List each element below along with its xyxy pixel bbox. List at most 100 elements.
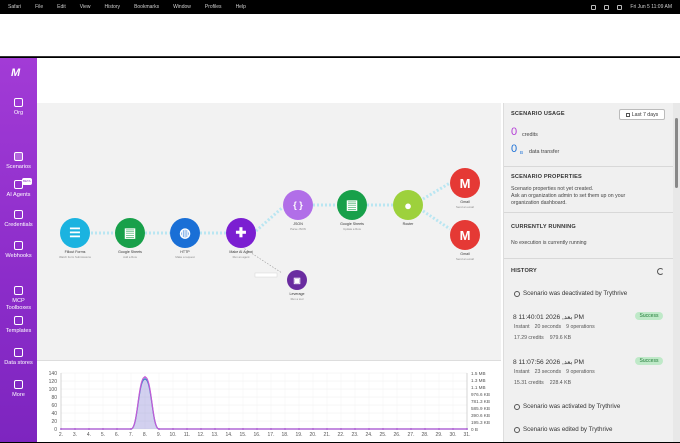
data-point	[130, 428, 132, 430]
run-duration: 23 seconds	[534, 369, 562, 375]
menubar-item[interactable]: Help	[236, 4, 246, 10]
module-google-sheets[interactable]: ▤	[115, 218, 145, 248]
menubar-item[interactable]: File	[35, 4, 43, 10]
data-point	[186, 428, 188, 430]
sidebar-item-credentials[interactable]: Credentials	[0, 210, 37, 229]
shield-icon	[14, 210, 23, 219]
history-run-meta: Instant 23 seconds 9 operations	[514, 369, 600, 375]
make-logo[interactable]: M	[11, 67, 20, 79]
sidebar-item-org[interactable]: Org	[0, 98, 37, 117]
data-point	[88, 428, 90, 430]
properties-text-2: Ask an organization admin to set them up…	[511, 193, 626, 199]
history-run-time[interactable]: 8 11:40:01 2026 ,بعد PM	[513, 313, 584, 321]
running-text: No execution is currently running	[511, 240, 587, 246]
database-icon	[14, 348, 23, 357]
panel-scrollbar[interactable]	[673, 103, 680, 442]
history-run-time[interactable]: 8 11:07:56 2026 ,بعد PM	[513, 358, 584, 366]
data-point	[368, 428, 370, 430]
x-tick-label: 27.	[408, 432, 415, 438]
transfer-label: data transfer	[529, 149, 560, 155]
menubar-item[interactable]: Window	[173, 4, 191, 10]
data-point	[312, 428, 314, 430]
x-tick-label: 7.	[129, 432, 133, 438]
module-label: Gmail	[460, 200, 470, 204]
data-point	[410, 428, 412, 430]
data-point	[116, 428, 118, 430]
module-sublabel: Run an agent	[232, 255, 250, 259]
form-icon: ☰	[69, 225, 81, 240]
module-fillout-forms[interactable]: ☰	[60, 218, 90, 248]
module-gmail[interactable]: M	[450, 168, 480, 198]
y2-tick-label: 390.6 KB	[471, 413, 490, 418]
clock-icon	[514, 291, 520, 297]
globe-icon	[14, 241, 23, 250]
history-run-meta: Instant 20 seconds 9 operations	[514, 324, 600, 330]
sidebar-item-mcp-toolboxes[interactable]: MCP Toolboxes	[0, 286, 37, 311]
data-point	[466, 428, 468, 430]
y2-tick-label: 0 B	[471, 427, 478, 432]
x-tick-label: 11.	[184, 432, 191, 438]
refresh-icon[interactable]	[657, 268, 664, 275]
usage-chart: 140 120 100 80 60 40 20 0 1.5 MB 1.3 MB 1.1 MB 976.…	[37, 360, 501, 442]
sidebar-item-ai-agents[interactable]: AI Agents BETA	[0, 178, 37, 199]
y-tick-label: 40	[51, 411, 57, 417]
data-point	[102, 428, 104, 430]
sidebar-item-templates[interactable]: Templates	[0, 316, 37, 335]
menubar-item[interactable]: Bookmarks	[134, 4, 159, 10]
y2-tick-label: 1.5 MB	[471, 371, 486, 376]
credits-label: credits	[522, 132, 538, 138]
module-google-sheets[interactable]: ▤	[337, 190, 367, 220]
sidebar-item-more[interactable]: More	[0, 380, 37, 399]
wifi-icon[interactable]	[604, 4, 610, 10]
module-http[interactable]: ◍	[170, 218, 200, 248]
data-point	[382, 428, 384, 430]
data-point	[354, 428, 356, 430]
y-tick-label: 120	[49, 379, 58, 385]
sidebar-item-webhooks[interactable]: Webhooks	[0, 241, 37, 260]
y2-tick-label: 976.6 KB	[471, 392, 490, 397]
date-range-button[interactable]: Last 7 days	[619, 109, 665, 120]
module-router[interactable]: ●	[393, 190, 423, 220]
sidebar-item-scenarios[interactable]: Scenarios	[0, 152, 37, 171]
sidebar-item-label: Org	[13, 110, 24, 116]
data-point	[172, 428, 174, 430]
data-point	[214, 428, 216, 430]
y-tick-label: 80	[51, 395, 57, 401]
menubar-item[interactable]: Edit	[57, 4, 66, 10]
module-gmail[interactable]: M	[450, 220, 480, 250]
module-label: Fillout Forms	[64, 250, 86, 254]
menubar-item[interactable]: Safari	[8, 4, 21, 10]
menubar-item[interactable]: View	[80, 4, 91, 10]
gmail-icon: M	[459, 175, 471, 191]
running-title: CURRENTLY RUNNING	[511, 224, 576, 230]
module-leverage[interactable]: ▣	[287, 270, 307, 290]
data-point	[340, 428, 342, 430]
y-tick-label: 140	[49, 371, 58, 377]
module-sublabel: Send an email	[456, 257, 474, 261]
y-tick-label: 20	[51, 419, 57, 425]
menubar-item[interactable]: History	[105, 4, 121, 10]
transfer-value: 0	[511, 143, 518, 155]
module-json[interactable]: { }	[283, 190, 313, 220]
x-tick-label: 22.	[338, 432, 345, 438]
module-sublabel: Add a Row	[123, 255, 137, 259]
module-label: JSON	[293, 222, 303, 226]
more-icon	[14, 380, 23, 389]
series-line	[61, 378, 467, 430]
control-center-icon[interactable]	[591, 4, 597, 10]
sidebar-item-label: Webhooks	[5, 253, 32, 259]
module-sublabel: Update a Row	[343, 227, 361, 231]
module-make-ai-agent[interactable]: ✚	[226, 218, 256, 248]
router-icon: ●	[404, 197, 412, 213]
home-icon	[14, 98, 23, 107]
x-tick-label: 3.	[73, 432, 77, 438]
globe-icon: ◍	[179, 225, 191, 240]
sidebar-item-data-stores[interactable]: Data stores	[0, 348, 37, 367]
date-range-label: Last 7 days	[631, 111, 659, 118]
battery-icon[interactable]	[617, 4, 623, 10]
module-sublabel: Parse JSON	[290, 227, 306, 231]
series-area	[61, 379, 467, 429]
gmail-icon: M	[459, 227, 471, 243]
menubar-item[interactable]: Profiles	[205, 4, 222, 10]
x-tick-label: 2.	[59, 432, 63, 438]
